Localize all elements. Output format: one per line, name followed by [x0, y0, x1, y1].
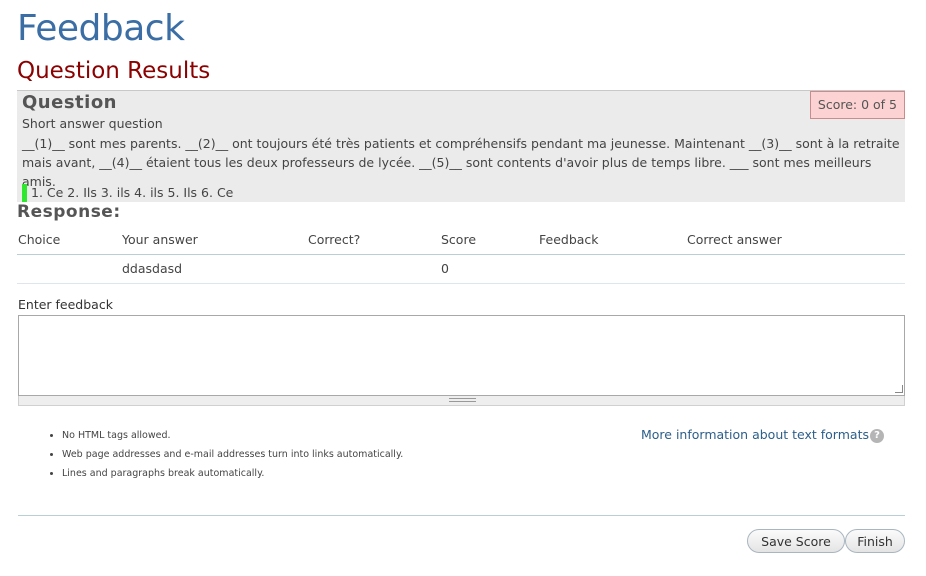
column-header-score: Score	[440, 226, 538, 255]
score-badge: Score: 0 of 5	[809, 91, 905, 119]
divider	[18, 515, 905, 516]
table-header-row: Choice Your answer Correct? Score Feedba…	[17, 226, 905, 255]
answer-key: 1. Ce 2. Ils 3. ils 4. ils 5. Ils 6. Ce	[22, 184, 233, 202]
cell-correct	[307, 254, 440, 284]
text-format-tips: No HTML tags allowed. Web page addresses…	[46, 428, 403, 485]
section-title: Question Results	[17, 58, 211, 84]
grip-lines-icon	[449, 398, 476, 402]
feedback-textarea[interactable]	[18, 315, 905, 396]
column-header-your-answer: Your answer	[121, 226, 307, 255]
question-panel: Question Score: 0 of 5 Short answer ques…	[17, 90, 905, 202]
page-title: Feedback	[17, 8, 185, 49]
list-item: No HTML tags allowed.	[62, 428, 403, 447]
column-header-choice: Choice	[17, 226, 121, 255]
column-header-correct-answer: Correct answer	[686, 226, 905, 255]
help-icon[interactable]: ?	[870, 429, 884, 443]
correct-marker-icon	[22, 184, 27, 202]
cell-feedback	[538, 254, 686, 284]
save-score-button[interactable]: Save Score	[747, 529, 845, 553]
table-row: ddasdasd 0	[17, 254, 905, 284]
answer-key-text: 1. Ce 2. Ils 3. ils 4. ils 5. Ils 6. Ce	[31, 185, 234, 200]
list-item: Web page addresses and e-mail addresses …	[62, 447, 403, 466]
question-heading: Question	[22, 92, 117, 113]
response-table: Choice Your answer Correct? Score Feedba…	[17, 226, 905, 284]
question-type: Short answer question	[22, 116, 163, 131]
resize-handle-icon[interactable]	[895, 385, 903, 393]
cell-your-answer: ddasdasd	[121, 254, 307, 284]
cell-score: 0	[440, 254, 538, 284]
column-header-correct: Correct?	[307, 226, 440, 255]
list-item: Lines and paragraphs break automatically…	[62, 466, 403, 485]
finish-button[interactable]: Finish	[845, 529, 905, 553]
cell-correct-answer	[686, 254, 905, 284]
feedback-label: Enter feedback	[18, 297, 113, 312]
question-text: __(1)__ sont mes parents. __(2)__ ont to…	[22, 136, 900, 189]
cell-choice	[17, 254, 121, 284]
response-heading: Response:	[17, 202, 121, 222]
textarea-grippie[interactable]	[18, 396, 905, 406]
column-header-feedback: Feedback	[538, 226, 686, 255]
text-formats-link[interactable]: More information about text formats	[641, 427, 869, 442]
